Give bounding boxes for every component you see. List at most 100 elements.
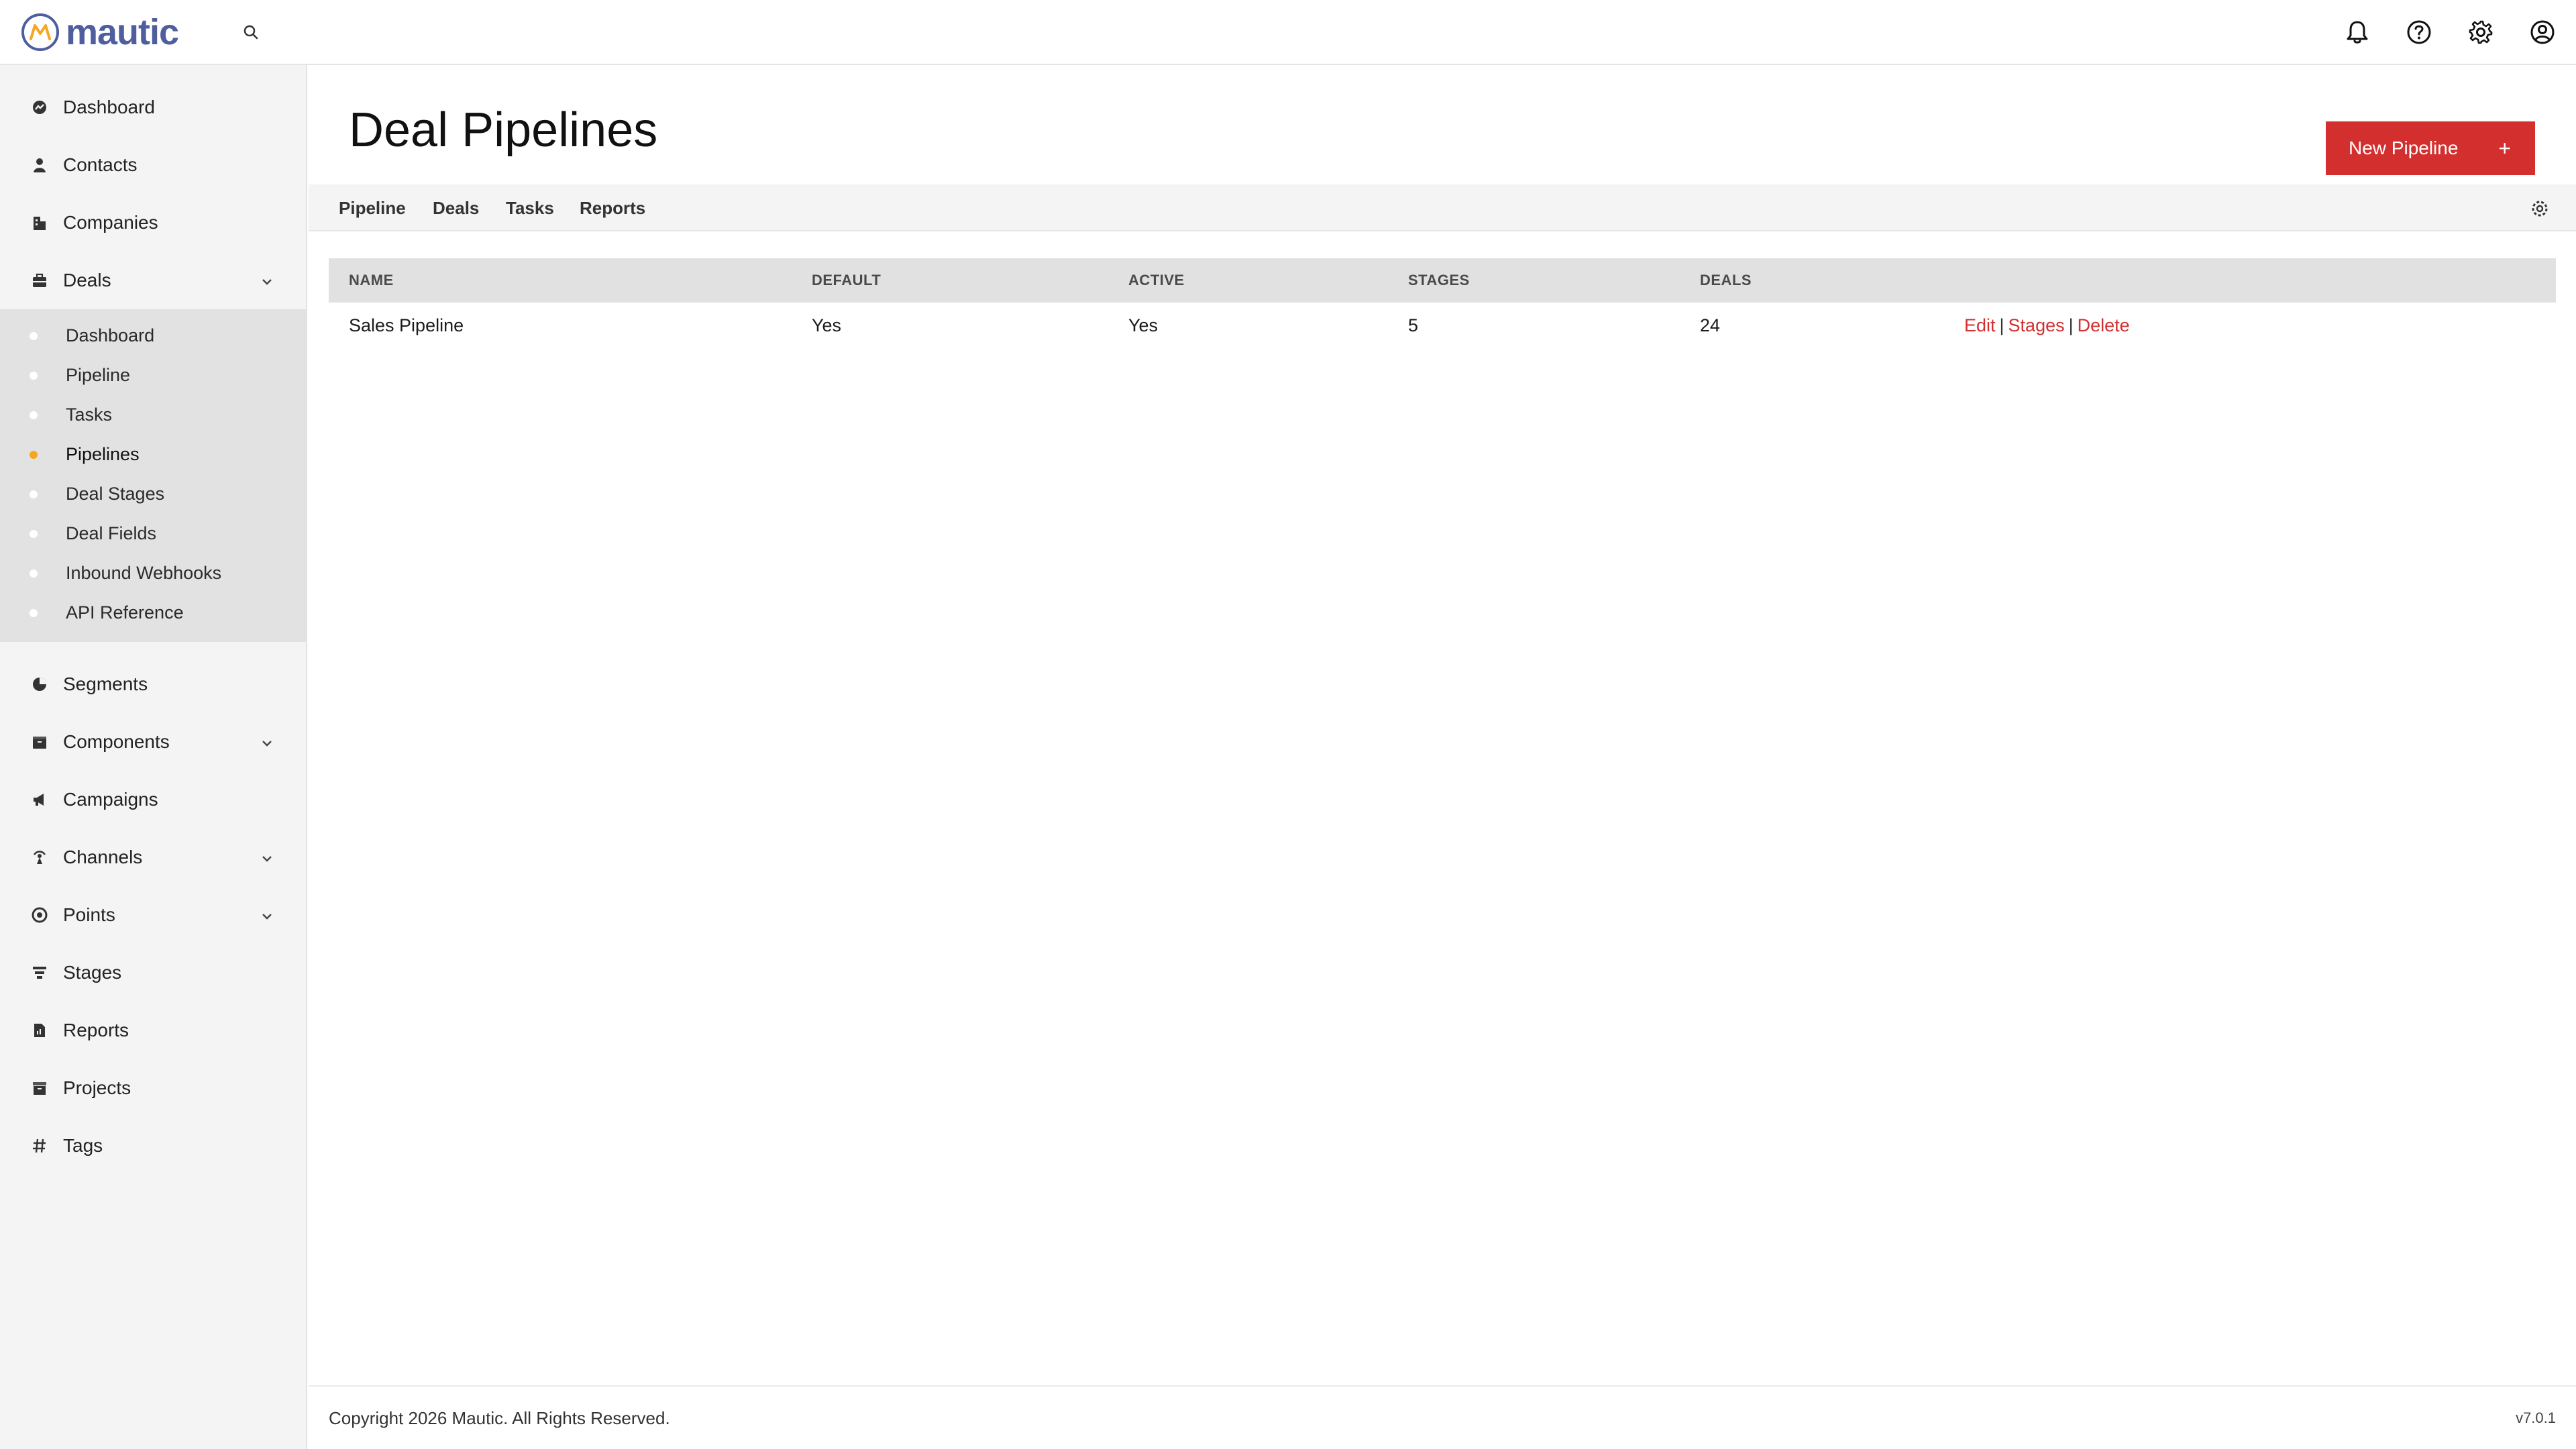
sidebar-item-label: Segments xyxy=(63,674,148,694)
submenu-item-label: Inbound Webhooks xyxy=(66,563,222,583)
table-header: NAME DEFAULT ACTIVE STAGES DEALS xyxy=(329,258,2556,303)
user-menu-button[interactable] xyxy=(2525,15,2560,50)
submenu-item-tasks[interactable]: Tasks xyxy=(0,395,306,435)
column-header-default[interactable]: DEFAULT xyxy=(812,258,881,303)
person-icon xyxy=(31,156,48,174)
sidebar-item-label: Reports xyxy=(63,1020,129,1040)
delete-link[interactable]: Delete xyxy=(2078,315,2130,336)
gear-icon xyxy=(2469,20,2493,44)
separator: | xyxy=(2068,315,2074,335)
sub-navigation: Pipeline Deals Tasks Reports xyxy=(309,184,2576,231)
mautic-logo-icon xyxy=(21,13,59,51)
row-actions: Edit | Stages | Delete xyxy=(1964,303,2130,348)
cell-name: Sales Pipeline xyxy=(349,315,464,335)
column-header-name[interactable]: NAME xyxy=(349,258,394,303)
new-pipeline-button[interactable]: New Pipeline + xyxy=(2326,121,2535,175)
submenu-item-api-reference[interactable]: API Reference xyxy=(0,593,306,633)
sidebar-item-label: Stages xyxy=(63,962,122,983)
submenu-item-inbound-webhooks[interactable]: Inbound Webhooks xyxy=(0,553,306,593)
tab-deals[interactable]: Deals xyxy=(433,184,479,231)
main-content: Deal Pipelines New Pipeline + Pipeline D… xyxy=(309,65,2576,1385)
briefcase-icon xyxy=(31,272,48,289)
search-button[interactable] xyxy=(239,20,263,44)
notifications-button[interactable] xyxy=(2340,15,2375,50)
submenu-item-pipelines[interactable]: Pipelines xyxy=(0,435,306,474)
sidebar: Dashboard Contacts Companies Deals Dashb… xyxy=(0,65,307,1449)
sidebar-item-campaigns[interactable]: Campaigns xyxy=(0,771,306,828)
submenu-item-label: Tasks xyxy=(66,405,113,425)
submenu-item-pipeline[interactable]: Pipeline xyxy=(0,356,306,395)
bullet-icon xyxy=(30,569,38,578)
user-circle-icon xyxy=(2530,20,2555,44)
filter-icon xyxy=(31,964,48,981)
active-bullet-icon xyxy=(30,450,38,459)
sidebar-item-projects[interactable]: Projects xyxy=(0,1059,306,1117)
sidebar-item-tags[interactable]: Tags xyxy=(0,1117,306,1175)
folder-icon xyxy=(31,1079,48,1097)
sidebar-item-dashboard[interactable]: Dashboard xyxy=(0,78,306,136)
column-header-active[interactable]: ACTIVE xyxy=(1128,258,1185,303)
submenu-item-deal-stages[interactable]: Deal Stages xyxy=(0,474,306,514)
sidebar-item-segments[interactable]: Segments xyxy=(0,655,306,713)
broadcast-icon xyxy=(31,849,48,866)
mautic-logo[interactable]: mautic xyxy=(20,12,179,52)
bullet-icon xyxy=(30,331,38,340)
sidebar-item-label: Deals xyxy=(63,270,111,290)
bell-icon xyxy=(2347,21,2368,44)
submenu-item-label: Dashboard xyxy=(66,325,155,345)
page-title: Deal Pipelines xyxy=(349,103,658,157)
sidebar-item-reports[interactable]: Reports xyxy=(0,1002,306,1059)
bullet-icon xyxy=(30,411,38,419)
sidebar-item-deals[interactable]: Deals xyxy=(0,252,306,309)
settings-button[interactable] xyxy=(2463,15,2498,50)
separator: | xyxy=(1999,315,2004,335)
sidebar-item-points[interactable]: Points xyxy=(0,886,306,944)
bullet-icon xyxy=(30,608,38,617)
submenu-item-deal-fields[interactable]: Deal Fields xyxy=(0,514,306,553)
sidebar-item-companies[interactable]: Companies xyxy=(0,194,306,252)
bullet-icon xyxy=(30,371,38,380)
chevron-down-icon[interactable] xyxy=(259,735,275,751)
tab-pipeline[interactable]: Pipeline xyxy=(339,184,406,231)
cell-default: Yes xyxy=(812,315,842,335)
column-header-deals[interactable]: DEALS xyxy=(1700,258,1752,303)
box-icon xyxy=(31,733,48,751)
stages-link[interactable]: Stages xyxy=(2008,315,2065,336)
submenu-item-label: Pipeline xyxy=(66,365,131,385)
sidebar-item-label: Companies xyxy=(63,212,158,233)
hash-icon xyxy=(31,1137,48,1155)
sidebar-item-label: Contacts xyxy=(63,154,138,175)
footer: Copyright 2026 Mautic. All Rights Reserv… xyxy=(309,1385,2576,1449)
report-icon xyxy=(31,1022,48,1039)
sidebar-item-label: Campaigns xyxy=(63,789,158,810)
submenu-item-label: Deal Stages xyxy=(66,484,165,504)
chevron-down-icon[interactable] xyxy=(259,908,275,924)
sidebar-item-label: Tags xyxy=(63,1135,103,1156)
sidebar-item-label: Channels xyxy=(63,847,143,867)
sidebar-item-stages[interactable]: Stages xyxy=(0,944,306,1002)
tab-reports[interactable]: Reports xyxy=(580,184,645,231)
edit-link[interactable]: Edit xyxy=(1964,315,1996,336)
submenu-item-dashboard[interactable]: Dashboard xyxy=(0,316,306,356)
cell-active: Yes xyxy=(1128,315,1159,335)
sidebar-item-label: Components xyxy=(63,731,170,752)
search-icon xyxy=(244,25,258,40)
version-text: v7.0.1 xyxy=(2516,1409,2556,1426)
deals-submenu: Dashboard Pipeline Tasks Pipelines Deal … xyxy=(0,309,306,642)
sidebar-item-channels[interactable]: Channels xyxy=(0,828,306,886)
help-button[interactable] xyxy=(2402,15,2436,50)
sidebar-item-components[interactable]: Components xyxy=(0,713,306,771)
bullet-icon xyxy=(30,490,38,498)
sidebar-item-contacts[interactable]: Contacts xyxy=(0,136,306,194)
cell-stages: 5 xyxy=(1408,315,1419,335)
sidebar-item-label: Points xyxy=(63,904,115,925)
building-icon xyxy=(31,214,48,231)
gear-icon[interactable] xyxy=(2530,199,2549,218)
new-pipeline-label: New Pipeline xyxy=(2349,138,2459,158)
chevron-down-icon[interactable] xyxy=(259,851,275,867)
column-header-stages[interactable]: STAGES xyxy=(1408,258,1470,303)
sidebar-item-label: Dashboard xyxy=(63,97,155,117)
tab-tasks[interactable]: Tasks xyxy=(506,184,554,231)
chevron-down-icon[interactable] xyxy=(259,274,275,290)
submenu-item-label: Pipelines xyxy=(66,444,140,464)
